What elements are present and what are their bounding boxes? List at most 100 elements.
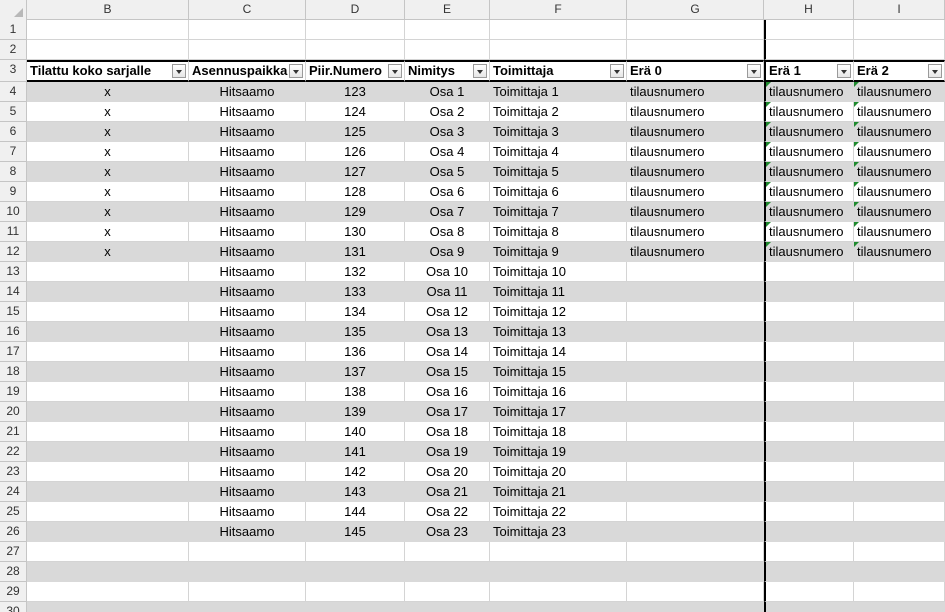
cell[interactable]: tilausnumero: [764, 102, 854, 122]
cell[interactable]: Toimittaja 13: [490, 322, 627, 342]
cell[interactable]: [627, 322, 764, 342]
row-header[interactable]: 11: [0, 222, 27, 242]
cell[interactable]: [27, 602, 189, 612]
header-cell[interactable]: Erä 0: [627, 60, 764, 82]
cell[interactable]: [27, 382, 189, 402]
cell[interactable]: [627, 302, 764, 322]
cell[interactable]: tilausnumero: [764, 242, 854, 262]
filter-dropdown-icon[interactable]: [928, 64, 942, 78]
column-header-b[interactable]: B: [27, 0, 189, 19]
cell[interactable]: Hitsaamo: [189, 142, 306, 162]
row-header[interactable]: 24: [0, 482, 27, 502]
row-header[interactable]: 23: [0, 462, 27, 482]
cell[interactable]: Toimittaja 17: [490, 402, 627, 422]
cell[interactable]: 140: [306, 422, 405, 442]
cell[interactable]: Toimittaja 8: [490, 222, 627, 242]
column-header-d[interactable]: D: [306, 0, 405, 19]
filter-dropdown-icon[interactable]: [172, 64, 186, 78]
cell[interactable]: tilausnumero: [764, 202, 854, 222]
cell[interactable]: [306, 582, 405, 602]
cell[interactable]: [490, 20, 627, 40]
cell[interactable]: 144: [306, 502, 405, 522]
cell[interactable]: [405, 20, 490, 40]
cell[interactable]: [189, 40, 306, 60]
cell[interactable]: [306, 542, 405, 562]
row-header[interactable]: 15: [0, 302, 27, 322]
cell[interactable]: [627, 442, 764, 462]
header-cell[interactable]: Erä 1: [764, 60, 854, 82]
cell[interactable]: Osa 21: [405, 482, 490, 502]
cell[interactable]: [764, 522, 854, 542]
cell[interactable]: tilausnumero: [854, 182, 945, 202]
cell[interactable]: [627, 402, 764, 422]
cell[interactable]: [627, 382, 764, 402]
cell[interactable]: Hitsaamo: [189, 162, 306, 182]
cell[interactable]: [627, 282, 764, 302]
cell[interactable]: [27, 442, 189, 462]
cell[interactable]: [627, 522, 764, 542]
column-header-h[interactable]: H: [764, 0, 854, 19]
row-header[interactable]: 2: [0, 40, 27, 60]
cell[interactable]: x: [27, 102, 189, 122]
cell[interactable]: [490, 40, 627, 60]
header-cell[interactable]: Erä 2: [854, 60, 945, 82]
cell[interactable]: [854, 482, 945, 502]
row-header[interactable]: 13: [0, 262, 27, 282]
cell[interactable]: tilausnumero: [627, 102, 764, 122]
cell[interactable]: Hitsaamo: [189, 482, 306, 502]
row-header[interactable]: 27: [0, 542, 27, 562]
cell[interactable]: [764, 402, 854, 422]
cell[interactable]: x: [27, 202, 189, 222]
cell[interactable]: Osa 7: [405, 202, 490, 222]
cell[interactable]: Hitsaamo: [189, 362, 306, 382]
cell[interactable]: 145: [306, 522, 405, 542]
cell[interactable]: tilausnumero: [627, 82, 764, 102]
cell[interactable]: [854, 542, 945, 562]
row-header[interactable]: 21: [0, 422, 27, 442]
cell[interactable]: [627, 462, 764, 482]
cell[interactable]: 134: [306, 302, 405, 322]
row-header[interactable]: 10: [0, 202, 27, 222]
cell[interactable]: [306, 562, 405, 582]
cell[interactable]: Hitsaamo: [189, 442, 306, 462]
cell[interactable]: Osa 15: [405, 362, 490, 382]
row-header[interactable]: 9: [0, 182, 27, 202]
cell[interactable]: x: [27, 182, 189, 202]
cell[interactable]: Hitsaamo: [189, 122, 306, 142]
cell[interactable]: [189, 602, 306, 612]
cell[interactable]: [764, 302, 854, 322]
cell[interactable]: Toimittaja 4: [490, 142, 627, 162]
cell[interactable]: tilausnumero: [627, 122, 764, 142]
cell[interactable]: Toimittaja 5: [490, 162, 627, 182]
cell[interactable]: [189, 562, 306, 582]
filter-dropdown-icon[interactable]: [289, 64, 303, 78]
row-header[interactable]: 16: [0, 322, 27, 342]
row-header[interactable]: 22: [0, 442, 27, 462]
cell[interactable]: Hitsaamo: [189, 182, 306, 202]
cell[interactable]: [27, 342, 189, 362]
cell[interactable]: Toimittaja 11: [490, 282, 627, 302]
cell[interactable]: Osa 16: [405, 382, 490, 402]
cell[interactable]: [627, 582, 764, 602]
cell[interactable]: 137: [306, 362, 405, 382]
cell[interactable]: tilausnumero: [854, 142, 945, 162]
cell[interactable]: Osa 22: [405, 502, 490, 522]
cell[interactable]: [854, 522, 945, 542]
cell[interactable]: [627, 262, 764, 282]
cell[interactable]: Osa 18: [405, 422, 490, 442]
cell[interactable]: [764, 262, 854, 282]
row-header[interactable]: 20: [0, 402, 27, 422]
cell[interactable]: [405, 582, 490, 602]
cell[interactable]: [27, 402, 189, 422]
cell[interactable]: Toimittaja 6: [490, 182, 627, 202]
cell[interactable]: 142: [306, 462, 405, 482]
cell[interactable]: Hitsaamo: [189, 262, 306, 282]
cell[interactable]: Osa 20: [405, 462, 490, 482]
column-header-g[interactable]: G: [627, 0, 764, 19]
cell[interactable]: [627, 602, 764, 612]
cell[interactable]: 141: [306, 442, 405, 462]
row-header[interactable]: 4: [0, 82, 27, 102]
cell[interactable]: [764, 40, 854, 60]
cell[interactable]: tilausnumero: [627, 142, 764, 162]
cell[interactable]: [627, 342, 764, 362]
